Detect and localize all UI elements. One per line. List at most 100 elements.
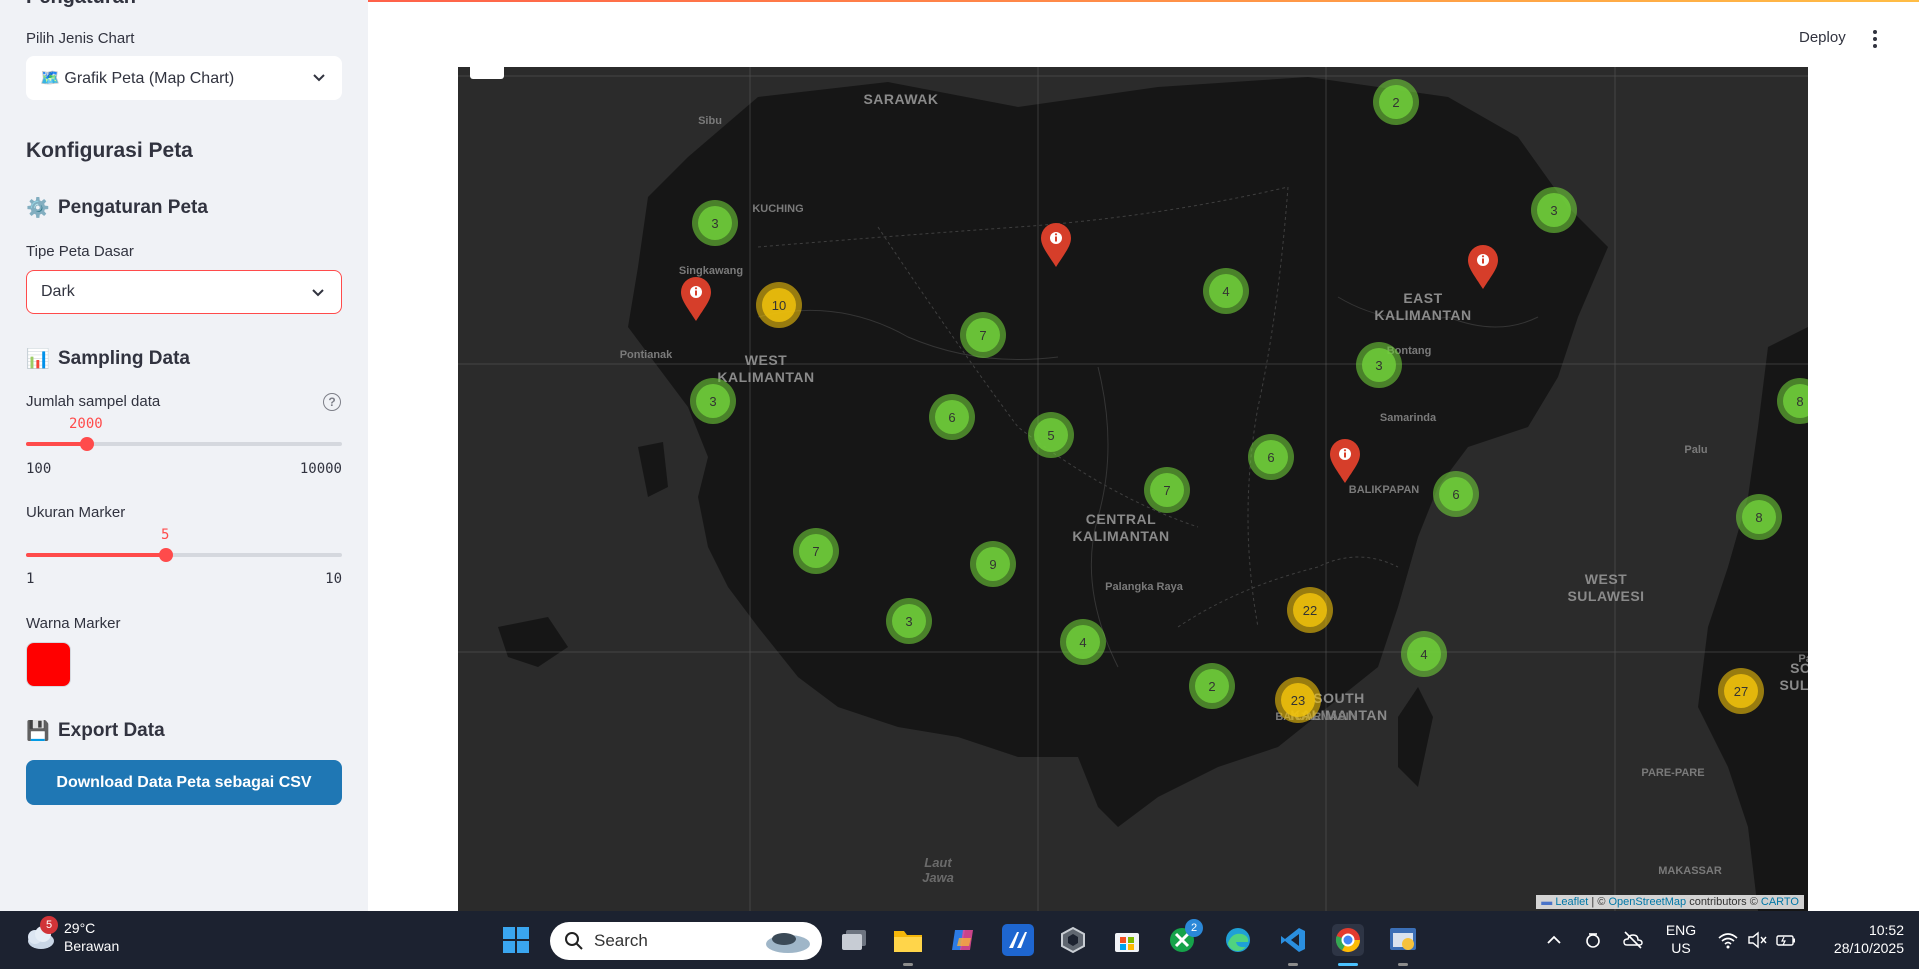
marker-cluster[interactable]: 8 xyxy=(1736,494,1782,540)
sample-label: Jumlah sampel data xyxy=(26,393,161,410)
more-options-icon[interactable] xyxy=(1872,30,1878,48)
vscode-icon[interactable] xyxy=(1277,924,1309,956)
leaflet-link[interactable]: Leaflet xyxy=(1555,896,1588,908)
marker-cluster[interactable]: 4 xyxy=(1060,619,1106,665)
chart-type-label: Pilih Jenis Chart xyxy=(26,30,135,47)
region-label: CENTRAL KALIMANTAN xyxy=(1072,511,1170,544)
cluster-count: 7 xyxy=(966,318,1000,352)
cluster-count: 23 xyxy=(1281,683,1315,717)
city-label: BALIKPAPAN xyxy=(1348,484,1420,496)
chart-type-select[interactable]: 🗺️ Grafik Peta (Map Chart) xyxy=(26,56,342,100)
marker-cluster[interactable]: 4 xyxy=(1203,268,1249,314)
cluster-count: 7 xyxy=(799,534,833,568)
battery-icon[interactable] xyxy=(1775,929,1797,951)
marker-size-label: Ukuran Marker xyxy=(26,504,126,521)
marker-size-slider-min: 1 xyxy=(26,571,35,587)
marker-cluster[interactable]: 22 xyxy=(1287,587,1333,633)
weather-desc: Berawan xyxy=(64,938,120,954)
python-app-running-indicator xyxy=(1398,963,1408,966)
copilot-icon[interactable] xyxy=(947,924,979,956)
marker-cluster[interactable]: 3 xyxy=(1356,342,1402,388)
deploy-button[interactable]: Deploy xyxy=(1799,29,1846,46)
map-pin-icon[interactable] xyxy=(1328,438,1362,484)
city-label: KUCHING xyxy=(752,203,804,215)
zoom-control[interactable] xyxy=(470,67,504,79)
weather-widget[interactable]: 5 29°C Berawan xyxy=(22,916,120,955)
cube-app-icon[interactable] xyxy=(1057,924,1089,956)
marker-color-label: Warna Marker xyxy=(26,615,121,632)
carto-link[interactable]: CARTO xyxy=(1761,896,1799,908)
basemap-select[interactable]: Dark xyxy=(26,270,342,314)
marker-cluster[interactable]: 7 xyxy=(960,312,1006,358)
marker-cluster[interactable]: 3 xyxy=(886,598,932,644)
region-label: SARAWAK xyxy=(863,91,939,107)
editor-app-icon[interactable] xyxy=(1002,924,1034,956)
cloud-off-icon[interactable] xyxy=(1622,929,1644,951)
python-app-icon[interactable] xyxy=(1387,924,1419,956)
marker-cluster[interactable]: 6 xyxy=(929,394,975,440)
microsoft-store-icon[interactable] xyxy=(1111,924,1143,956)
taskbar-search[interactable]: Search xyxy=(550,922,822,960)
marker-cluster[interactable]: 6 xyxy=(1433,471,1479,517)
help-icon[interactable]: ? xyxy=(323,393,341,411)
sampling-heading: 📊 Sampling Data xyxy=(26,347,190,371)
map-container[interactable]: SARAWAK WEST KALIMANTAN CENTRAL KALIMANTAN EA… xyxy=(458,67,1808,911)
marker-cluster[interactable]: 5 xyxy=(1028,412,1074,458)
wifi-icon[interactable] xyxy=(1717,929,1739,951)
marker-cluster[interactable]: 6 xyxy=(1248,434,1294,480)
marker-cluster[interactable]: 9 xyxy=(970,541,1016,587)
region-label: EAST KALIMANTAN xyxy=(1374,290,1472,323)
export-title: Export Data xyxy=(58,720,165,741)
marker-size-slider-value: 5 xyxy=(161,527,170,543)
marker-color-picker[interactable] xyxy=(26,642,71,687)
marker-cluster[interactable]: 7 xyxy=(1144,467,1190,513)
cluster-count: 6 xyxy=(1254,440,1288,474)
task-view-icon[interactable] xyxy=(838,924,870,956)
weather-notification-badge: 5 xyxy=(40,916,58,934)
vscode-running-indicator xyxy=(1288,963,1298,966)
sync-icon[interactable] xyxy=(1582,929,1604,951)
region-label: SOUSULAW xyxy=(1779,660,1808,693)
windows-start-icon[interactable] xyxy=(500,924,532,956)
marker-cluster[interactable]: 10 xyxy=(756,282,802,328)
marker-cluster[interactable]: 3 xyxy=(1531,187,1577,233)
marker-cluster[interactable]: 2 xyxy=(1373,79,1419,125)
map-pin-icon[interactable] xyxy=(1039,222,1073,268)
marker-cluster[interactable]: 27 xyxy=(1718,668,1764,714)
language-indicator[interactable]: ENG US xyxy=(1662,921,1700,957)
cluster-count: 6 xyxy=(935,400,969,434)
chrome-icon[interactable] xyxy=(1332,924,1364,956)
marker-cluster[interactable]: 2 xyxy=(1189,663,1235,709)
edge-browser-icon[interactable] xyxy=(1222,924,1254,956)
cluster-count: 5 xyxy=(1034,418,1068,452)
sample-slider[interactable] xyxy=(26,437,342,451)
map-settings-heading: ⚙️ Pengaturan Peta xyxy=(26,196,208,220)
region-label: WEST KALIMANTAN xyxy=(717,352,815,385)
download-csv-button[interactable]: Download Data Peta sebagai CSV xyxy=(26,760,342,805)
file-explorer-icon[interactable] xyxy=(892,924,924,956)
map-pin-icon[interactable] xyxy=(679,276,713,322)
sidebar-clipped-title: Pengaturan xyxy=(26,0,136,9)
marker-cluster[interactable]: 3 xyxy=(692,200,738,246)
osm-link[interactable]: OpenStreetMap xyxy=(1608,896,1686,908)
map-pin-icon[interactable] xyxy=(1466,244,1500,290)
chevron-up-icon[interactable] xyxy=(1543,929,1565,951)
basemap-value: Dark xyxy=(41,283,75,300)
cluster-count: 4 xyxy=(1209,274,1243,308)
marker-cluster[interactable]: 4 xyxy=(1401,631,1447,677)
clock[interactable]: 10:52 28/10/2025 xyxy=(1814,921,1904,957)
marker-cluster[interactable]: 3 xyxy=(690,378,736,424)
marker-cluster[interactable]: 7 xyxy=(793,528,839,574)
cluster-count: 4 xyxy=(1066,625,1100,659)
marker-size-slider-thumb[interactable] xyxy=(159,548,173,562)
city-label: Laut Jawa xyxy=(922,855,954,885)
bar-chart-icon: 📊 xyxy=(26,349,50,370)
marker-cluster[interactable]: 23 xyxy=(1275,677,1321,723)
cluster-count: 3 xyxy=(698,206,732,240)
gear-icon: ⚙️ xyxy=(26,198,50,219)
sample-slider-thumb[interactable] xyxy=(80,437,94,451)
sidebar: Pengaturan Pilih Jenis Chart 🗺️ Grafik P… xyxy=(0,0,368,911)
speaker-muted-icon[interactable] xyxy=(1746,929,1768,951)
marker-size-slider[interactable] xyxy=(26,548,342,562)
sample-slider-value: 2000 xyxy=(69,416,103,432)
